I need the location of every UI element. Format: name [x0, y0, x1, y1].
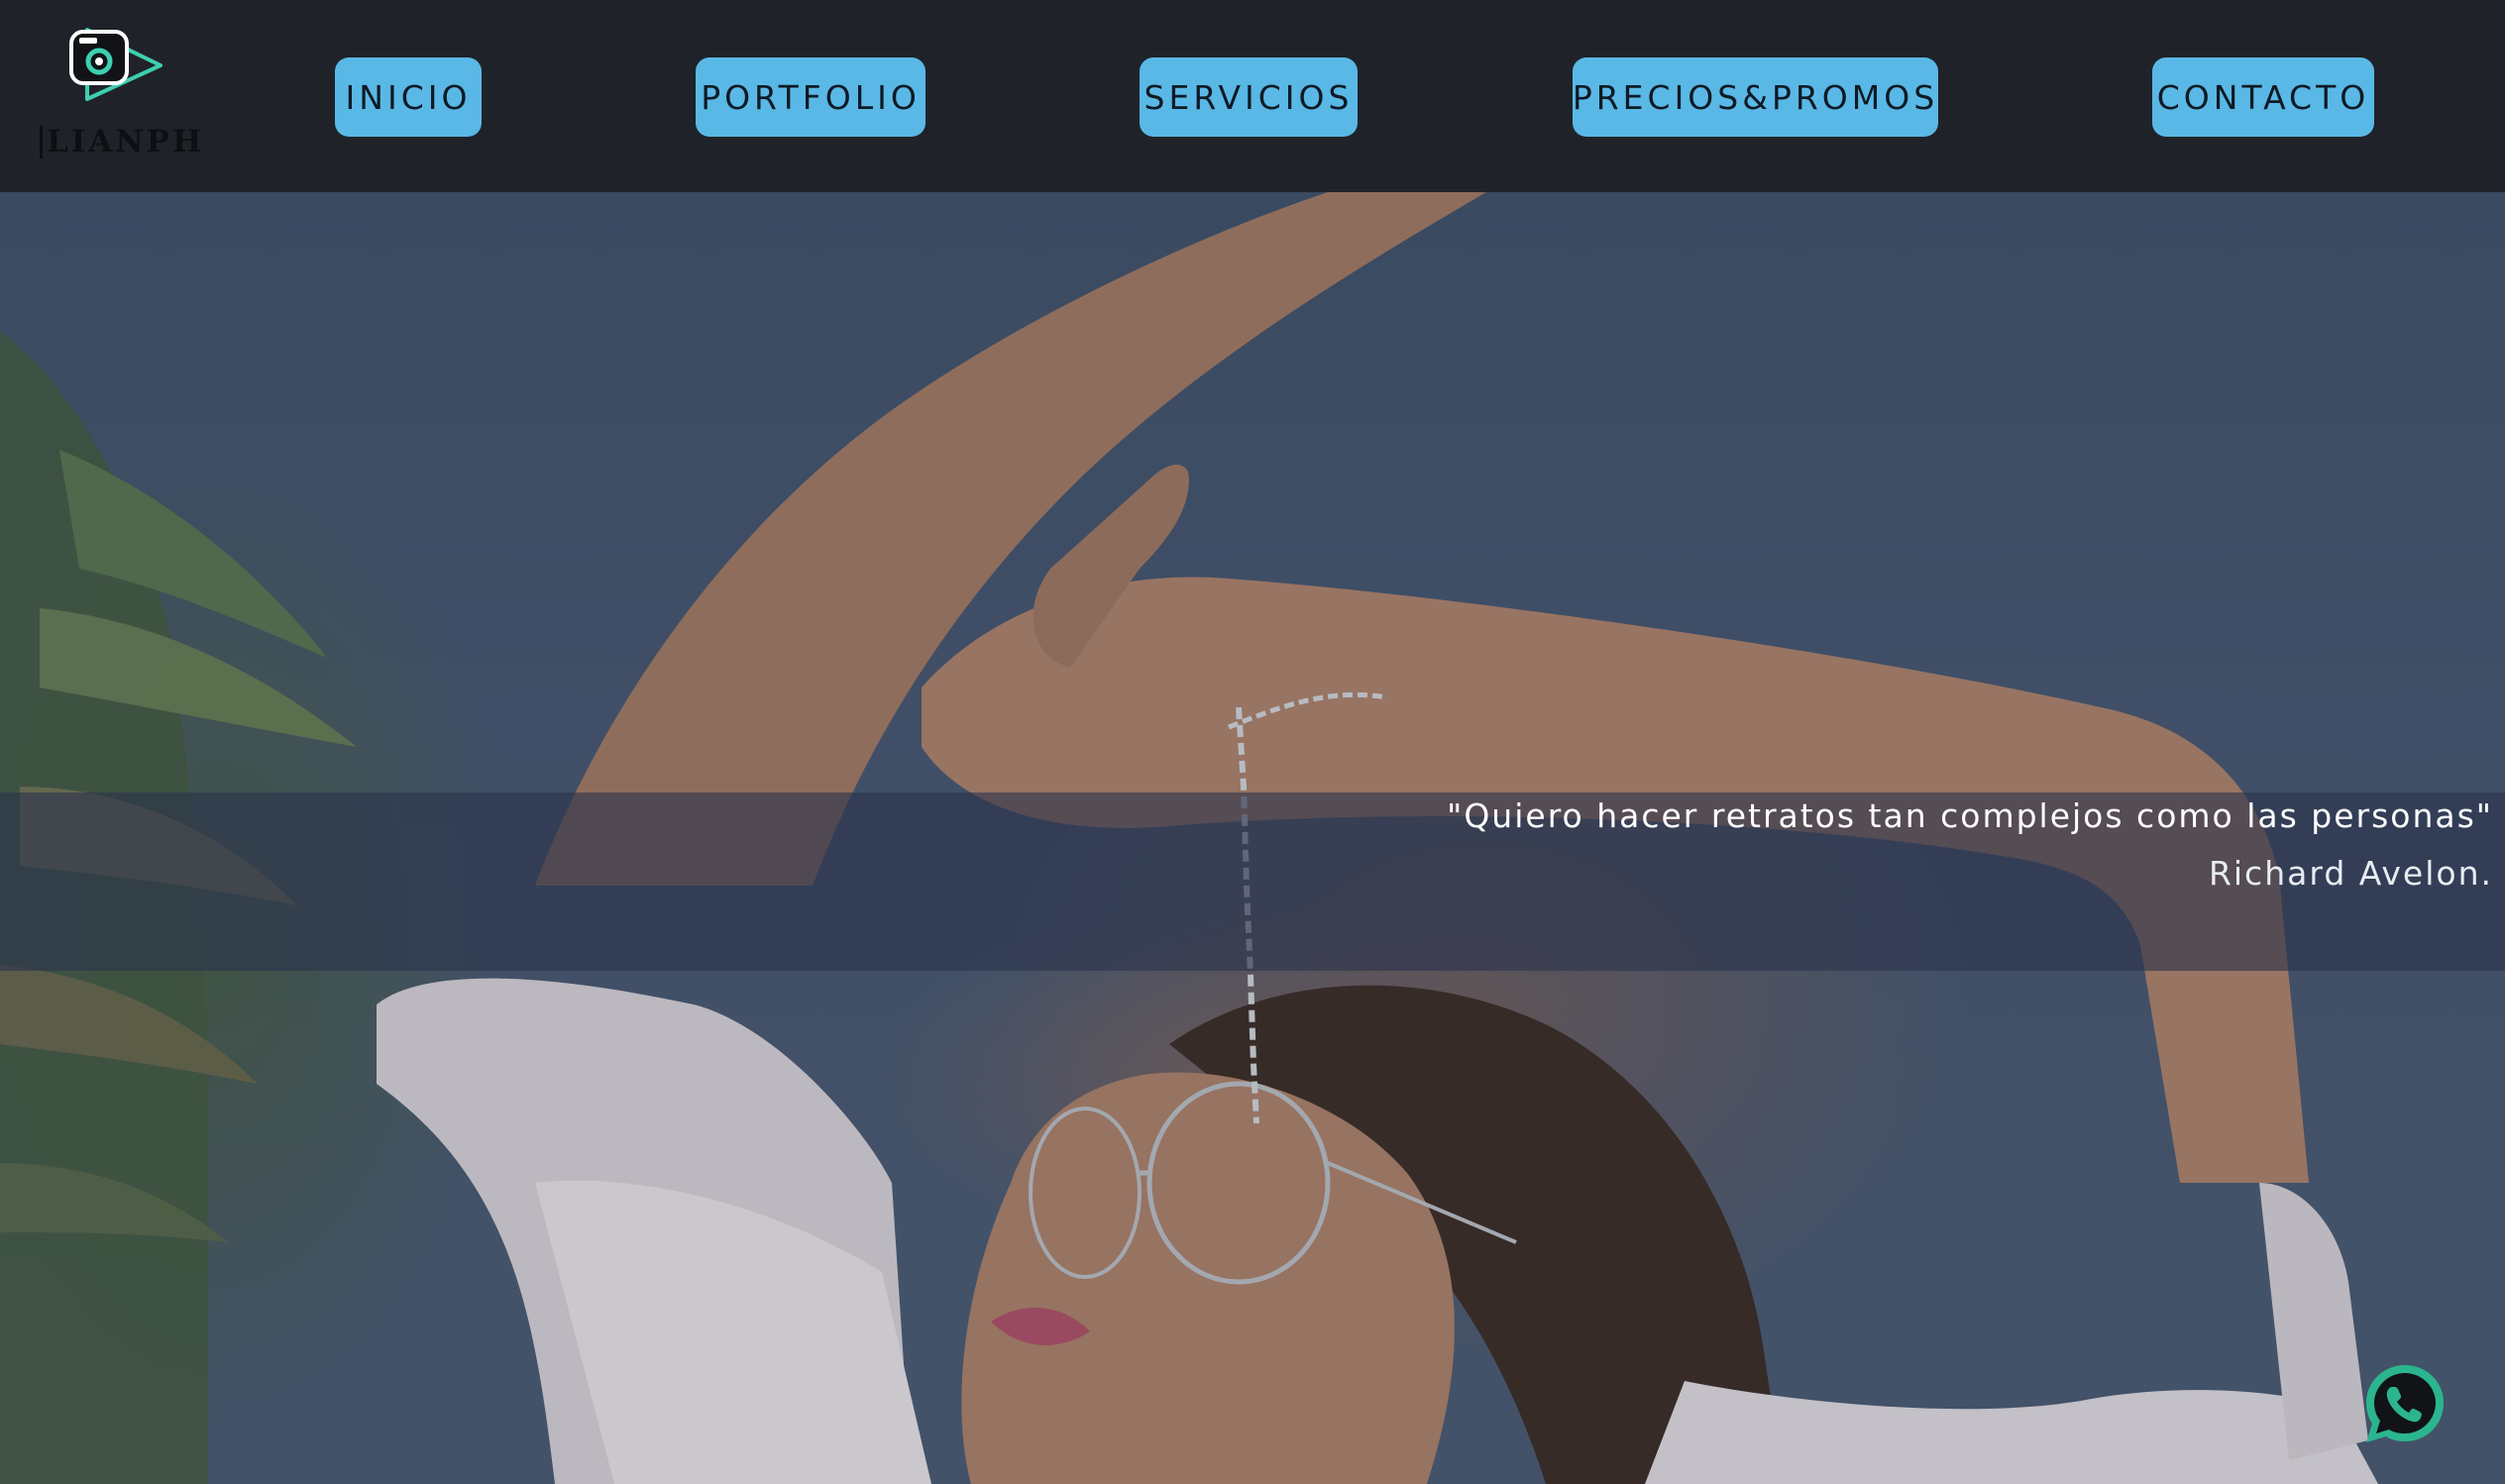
hero-quote: "Quiero hacer retratos tan complejos com…: [1447, 796, 2493, 835]
hero-section: "Quiero hacer retratos tan complejos com…: [0, 192, 2505, 1484]
nav-precios-promos-button[interactable]: PRECIOS&PROMOS: [1573, 57, 1938, 137]
nav-inicio-button[interactable]: INICIO: [335, 57, 482, 137]
nav-portfolio-button[interactable]: PORTFOLIO: [696, 57, 926, 137]
site-logo[interactable]: LIANPH: [40, 22, 201, 170]
nav-contacto-button[interactable]: CONTACTO: [2152, 57, 2374, 137]
page: LIANPH INICIO PORTFOLIO SERVICIOS PRECIO…: [0, 0, 2505, 1484]
site-header: LIANPH INICIO PORTFOLIO SERVICIOS PRECIO…: [0, 0, 2505, 192]
camera-icon: [69, 28, 163, 101]
whatsapp-icon[interactable]: [2360, 1359, 2450, 1448]
hero-quote-author: Richard Avelon.: [2208, 854, 2493, 893]
logo-wordmark: LIANPH: [40, 125, 204, 159]
nav-servicios-button[interactable]: SERVICIOS: [1140, 57, 1358, 137]
